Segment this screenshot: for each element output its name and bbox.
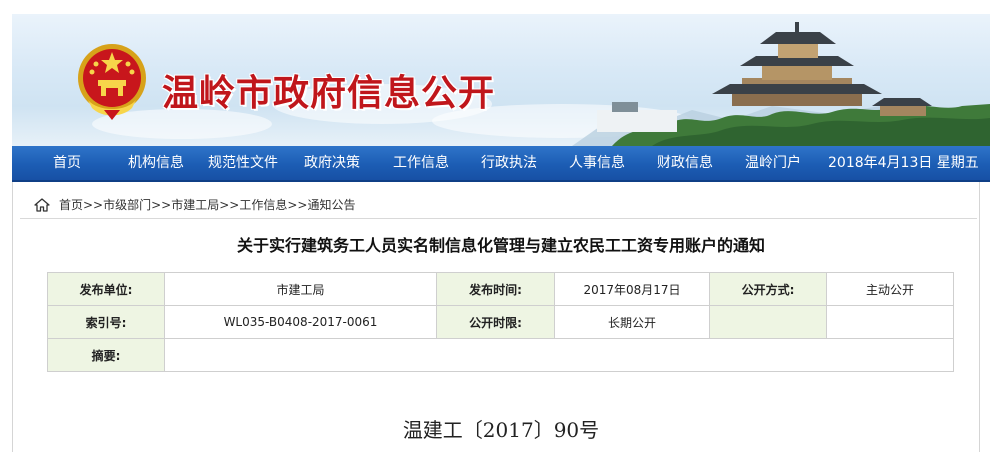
document-number: 温建工〔2017〕90号: [402, 418, 600, 442]
index-number-label: 索引号:: [47, 305, 165, 339]
table-row: 发布单位: 市建工局 发布时间: 2017年08月17日 公开方式: 主动公开: [47, 272, 954, 306]
index-number-value: WL035-B0408-2017-0061: [164, 305, 437, 339]
nav-item-home[interactable]: 首页: [53, 146, 81, 180]
national-emblem-icon: [78, 44, 146, 120]
publish-date-label: 发布时间:: [436, 272, 555, 306]
nav-item-personnel-info[interactable]: 人事信息: [569, 146, 625, 180]
publisher-label: 发布单位:: [47, 272, 165, 306]
empty-label-cell: [709, 305, 827, 339]
current-date: 2018年4月13日 星期五: [828, 155, 979, 171]
header-banner: 温岭市政府信息公开: [12, 14, 990, 146]
pagoda-landscape-image: [572, 22, 990, 146]
disclosure-period-label: 公开时限:: [436, 305, 555, 339]
summary-label: 摘要:: [47, 338, 165, 372]
publisher-value: 市建工局: [164, 272, 437, 306]
table-row: 索引号: WL035-B0408-2017-0061 公开时限: 长期公开: [47, 305, 954, 339]
nav-item-finance-info[interactable]: 财政信息: [657, 146, 713, 180]
table-row: 摘要:: [47, 338, 954, 372]
document-title: 关于实行建筑务工人员实名制信息化管理与建立农民工工资专用账户的通知: [236, 236, 765, 255]
summary-value: [164, 338, 954, 372]
site-title: 温岭市政府信息公开: [162, 73, 496, 114]
nav-item-work-info[interactable]: 工作信息: [393, 146, 449, 180]
disclosure-method-label: 公开方式:: [709, 272, 827, 306]
breadcrumb-path[interactable]: 首页>>市级部门>>市建工局>>工作信息>>通知公告: [59, 192, 355, 218]
main-nav: 首页 机构信息 规范性文件 政府决策 工作信息 行政执法 人事信息 财政信息 温…: [12, 146, 990, 182]
nav-item-government-decisions[interactable]: 政府决策: [304, 146, 360, 180]
nav-item-wenling-portal[interactable]: 温岭门户: [745, 146, 801, 180]
home-icon[interactable]: [34, 198, 50, 212]
empty-value-cell: [826, 305, 954, 339]
document-metadata-table: 发布单位: 市建工局 发布时间: 2017年08月17日 公开方式: 主动公开 …: [47, 272, 954, 372]
nav-item-administrative-enforcement[interactable]: 行政执法: [481, 146, 537, 180]
breadcrumb: 首页>>市级部门>>市建工局>>工作信息>>通知公告: [20, 192, 977, 219]
nav-item-normative-documents[interactable]: 规范性文件: [208, 146, 278, 180]
disclosure-period-value: 长期公开: [554, 305, 710, 339]
nav-item-institution-info[interactable]: 机构信息: [128, 146, 184, 180]
disclosure-method-value: 主动公开: [826, 272, 954, 306]
publish-date-value: 2017年08月17日: [554, 272, 710, 306]
